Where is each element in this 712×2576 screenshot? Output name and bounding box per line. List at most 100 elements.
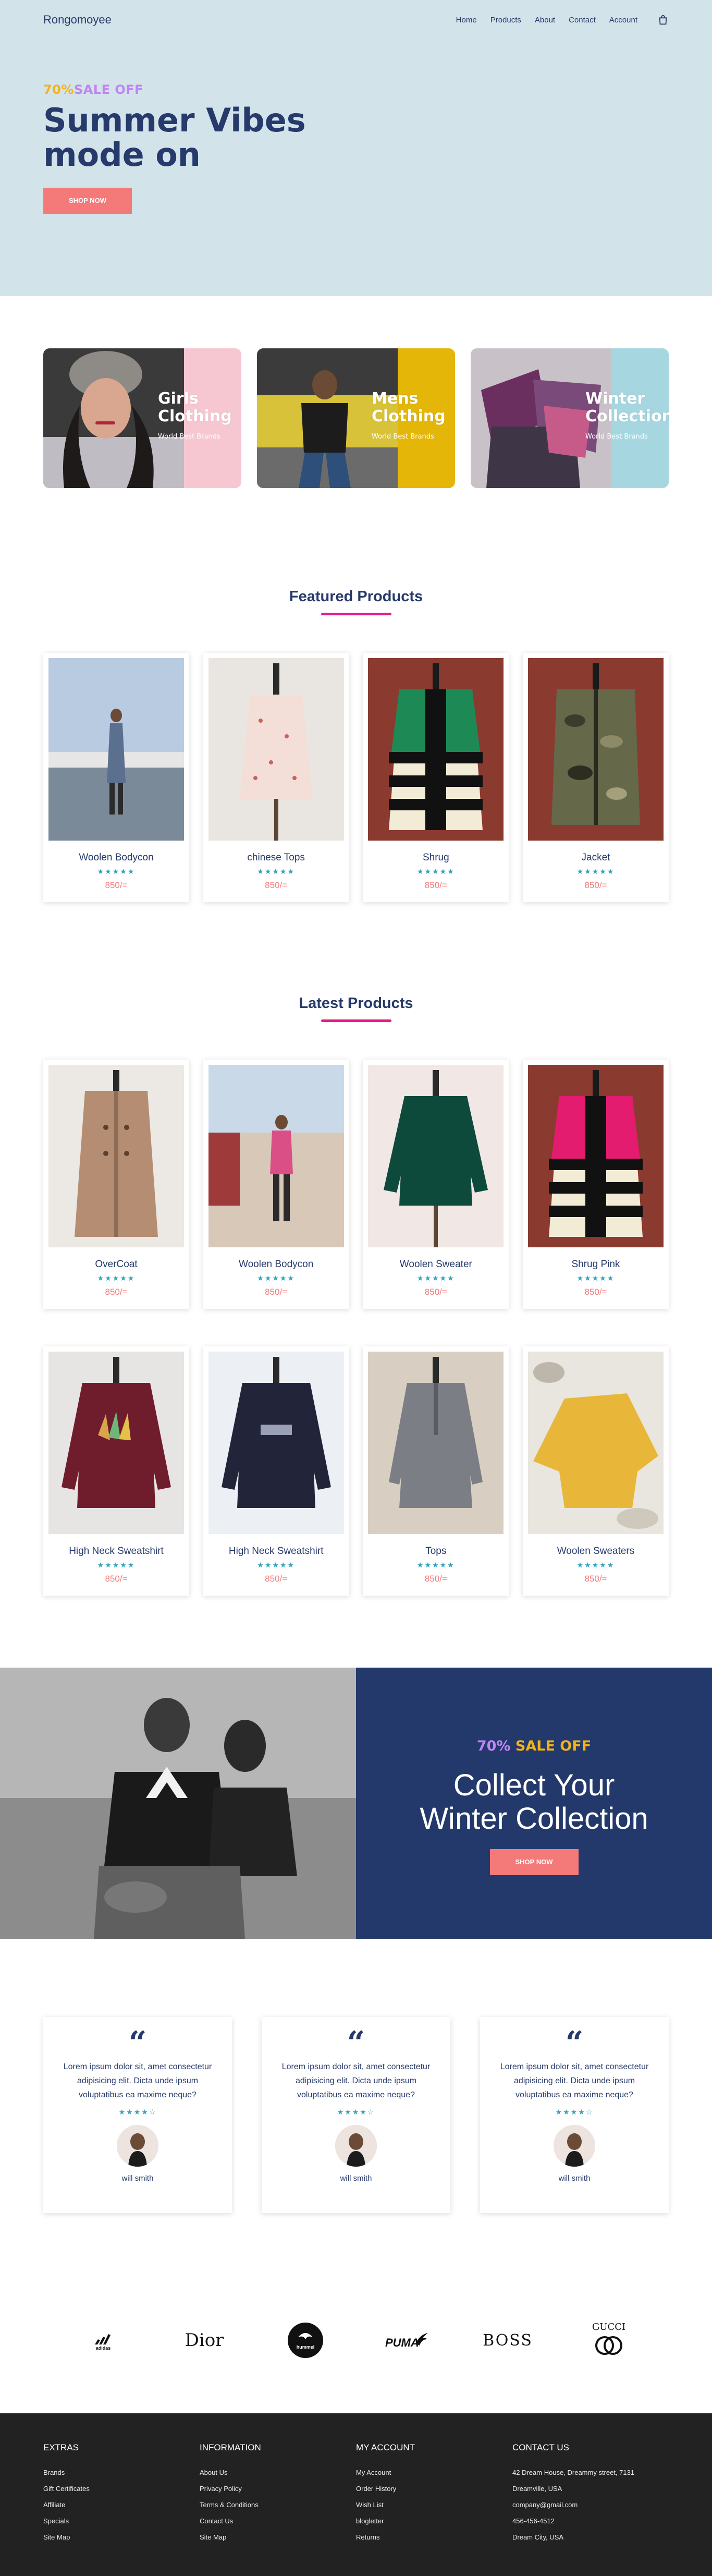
site-logo[interactable]: Rongomoyee	[43, 13, 112, 27]
avatar	[117, 2125, 158, 2167]
product-name: Woolen Sweater	[399, 1259, 472, 1270]
quote-icon: “	[347, 2025, 365, 2061]
product-card[interactable]: Woolen Bodycon ★★★★★ 850/=	[203, 1060, 349, 1309]
category-card-winter[interactable]: Winter Collections World Best Brands	[471, 348, 669, 488]
category-card-girls[interactable]: Girls Clothing World Best Brands	[43, 348, 241, 488]
product-card[interactable]: High Neck Sweatshirt ★★★★★ 850/=	[203, 1346, 349, 1596]
testimonial-rating-stars: ★★★★☆	[337, 2108, 375, 2117]
product-image	[527, 658, 664, 841]
product-price: 850/=	[105, 880, 128, 890]
footer-link[interactable]: Returns	[356, 2529, 512, 2545]
product-name: Jacket	[581, 852, 610, 863]
product-image	[368, 658, 504, 841]
main-menu: Home Products About Contact Account	[456, 14, 669, 26]
brand-text: Dior	[185, 2330, 224, 2351]
footer-link[interactable]: Privacy Policy	[200, 2481, 356, 2497]
brand-logo-hummel[interactable]: hummel	[272, 2319, 339, 2361]
product-name: Woolen Bodycon	[239, 1259, 314, 1270]
category-text: Girls Clothing World Best Brands	[158, 390, 236, 441]
hero-sale-label: 70%SALE OFF	[43, 82, 669, 97]
footer-link[interactable]: Order History	[356, 2481, 512, 2497]
footer-link[interactable]: Site Map	[43, 2529, 200, 2545]
product-card[interactable]: Jacket ★★★★★ 850/=	[522, 653, 669, 902]
hero-banner: 70%SALE OFF Summer Vibes mode on SHOP NO…	[0, 0, 712, 296]
footer-heading: MY ACCOUNT	[356, 2443, 415, 2452]
promo-shop-now-button[interactable]: SHOP NOW	[489, 1849, 579, 1875]
brand-logo-boss[interactable]: BOSS	[474, 2319, 542, 2361]
product-name: Tops	[425, 1546, 447, 1557]
footer-link[interactable]: Wish List	[356, 2497, 512, 2513]
category-card-mens[interactable]: Mens Clothing World Best Brands	[257, 348, 455, 488]
product-card[interactable]: Tops ★★★★★ 850/=	[363, 1346, 509, 1596]
product-price: 850/=	[424, 880, 447, 890]
footer-contact-line[interactable]: company@gmail.com	[512, 2497, 669, 2513]
title-underline	[321, 613, 391, 615]
brand-logos-section: adidas Dior hummel PUMA BOSS GUCCI	[0, 2314, 712, 2413]
nav-contact[interactable]: Contact	[569, 16, 596, 25]
footer-col-contact: CONTACT US 42 Dream House, Dreammy stree…	[512, 2443, 669, 2545]
site-footer: EXTRAS Brands Gift Certificates Affiliat…	[0, 2413, 712, 2576]
product-price: 850/=	[105, 1574, 128, 1584]
shopping-bag-icon[interactable]	[657, 14, 669, 26]
category-title: Mens Clothing	[372, 390, 446, 426]
footer-heading: INFORMATION	[200, 2443, 261, 2452]
brand-text: adidas	[96, 2346, 111, 2351]
product-image	[527, 1352, 664, 1534]
nav-about[interactable]: About	[535, 16, 555, 25]
brand-text: BOSS	[483, 2331, 533, 2350]
footer-link[interactable]: Specials	[43, 2513, 200, 2529]
product-image	[208, 1352, 344, 1534]
footer-link[interactable]: Terms & Conditions	[200, 2497, 356, 2513]
hero-sale-percent: 70%	[43, 82, 74, 97]
brand-logo-gucci[interactable]: GUCCI	[575, 2319, 643, 2361]
category-subtitle: World Best Brands	[585, 433, 648, 441]
category-section: Girls Clothing World Best Brands Mens Cl…	[0, 296, 712, 588]
footer-link[interactable]: Contact Us	[200, 2513, 356, 2529]
top-nav: Rongomoyee Home Products About Contact A…	[0, 0, 712, 40]
product-card[interactable]: Shrug ★★★★★ 850/=	[363, 653, 509, 902]
product-price: 850/=	[424, 1574, 447, 1584]
latest-row-1: OverCoat ★★★★★ 850/= Woolen Bodycon ★★★★…	[43, 1060, 669, 1309]
nav-account[interactable]: Account	[609, 16, 637, 25]
product-price: 850/=	[105, 1287, 128, 1297]
product-card[interactable]: High Neck Sweatshirt ★★★★★ 850/=	[43, 1346, 189, 1596]
footer-link[interactable]: About Us	[200, 2464, 356, 2481]
brand-logo-adidas[interactable]: adidas	[69, 2319, 137, 2361]
product-card[interactable]: chinese Tops ★★★★★ 850/=	[203, 653, 349, 902]
brand-logo-puma[interactable]: PUMA	[373, 2319, 440, 2361]
product-name: High Neck Sweatshirt	[69, 1546, 164, 1557]
brand-logo-dior[interactable]: Dior	[170, 2319, 238, 2361]
product-rating-stars: ★★★★★	[97, 1274, 136, 1283]
footer-link[interactable]: Gift Certificates	[43, 2481, 200, 2497]
footer-col-information: INFORMATION About Us Privacy Policy Term…	[200, 2443, 356, 2545]
product-price: 850/=	[265, 880, 288, 890]
product-card[interactable]: Woolen Sweaters ★★★★★ 850/=	[522, 1346, 669, 1596]
nav-home[interactable]: Home	[456, 16, 477, 25]
product-card[interactable]: Shrug Pink ★★★★★ 850/=	[522, 1060, 669, 1309]
hero-shop-now-button[interactable]: SHOP NOW	[43, 188, 132, 214]
product-rating-stars: ★★★★★	[576, 1274, 615, 1283]
footer-col-account: MY ACCOUNT My Account Order History Wish…	[356, 2443, 512, 2545]
product-rating-stars: ★★★★★	[416, 1561, 455, 1570]
testimonial-name: will smith	[340, 2174, 372, 2183]
footer-link[interactable]: Site Map	[200, 2529, 356, 2545]
footer-link[interactable]: blogletter	[356, 2513, 512, 2529]
nav-products[interactable]: Products	[490, 16, 521, 25]
product-card[interactable]: OverCoat ★★★★★ 850/=	[43, 1060, 189, 1309]
product-price: 850/=	[424, 1287, 447, 1297]
footer-link[interactable]: Brands	[43, 2464, 200, 2481]
latest-products-section: Latest Products OverCoat ★★★★★ 850/= Woo…	[0, 995, 712, 1668]
product-card[interactable]: Woolen Bodycon ★★★★★ 850/=	[43, 653, 189, 902]
product-image	[368, 1352, 504, 1534]
product-card[interactable]: Woolen Sweater ★★★★★ 850/=	[363, 1060, 509, 1309]
footer-link[interactable]: Affiliate	[43, 2497, 200, 2513]
hero-sale-text: SALE OFF	[73, 82, 144, 97]
footer-col-extras: EXTRAS Brands Gift Certificates Affiliat…	[43, 2443, 200, 2545]
footer-link[interactable]: My Account	[356, 2464, 512, 2481]
product-name: Woolen Bodycon	[79, 852, 154, 863]
product-name: OverCoat	[95, 1259, 138, 1270]
hero-title: Summer Vibes mode on	[43, 101, 306, 174]
promo-title-line-2: Winter Collection	[420, 1802, 648, 1836]
testimonial-text: Lorem ipsum dolor sit, amet consectetur …	[63, 2062, 212, 2099]
product-image	[48, 658, 184, 841]
